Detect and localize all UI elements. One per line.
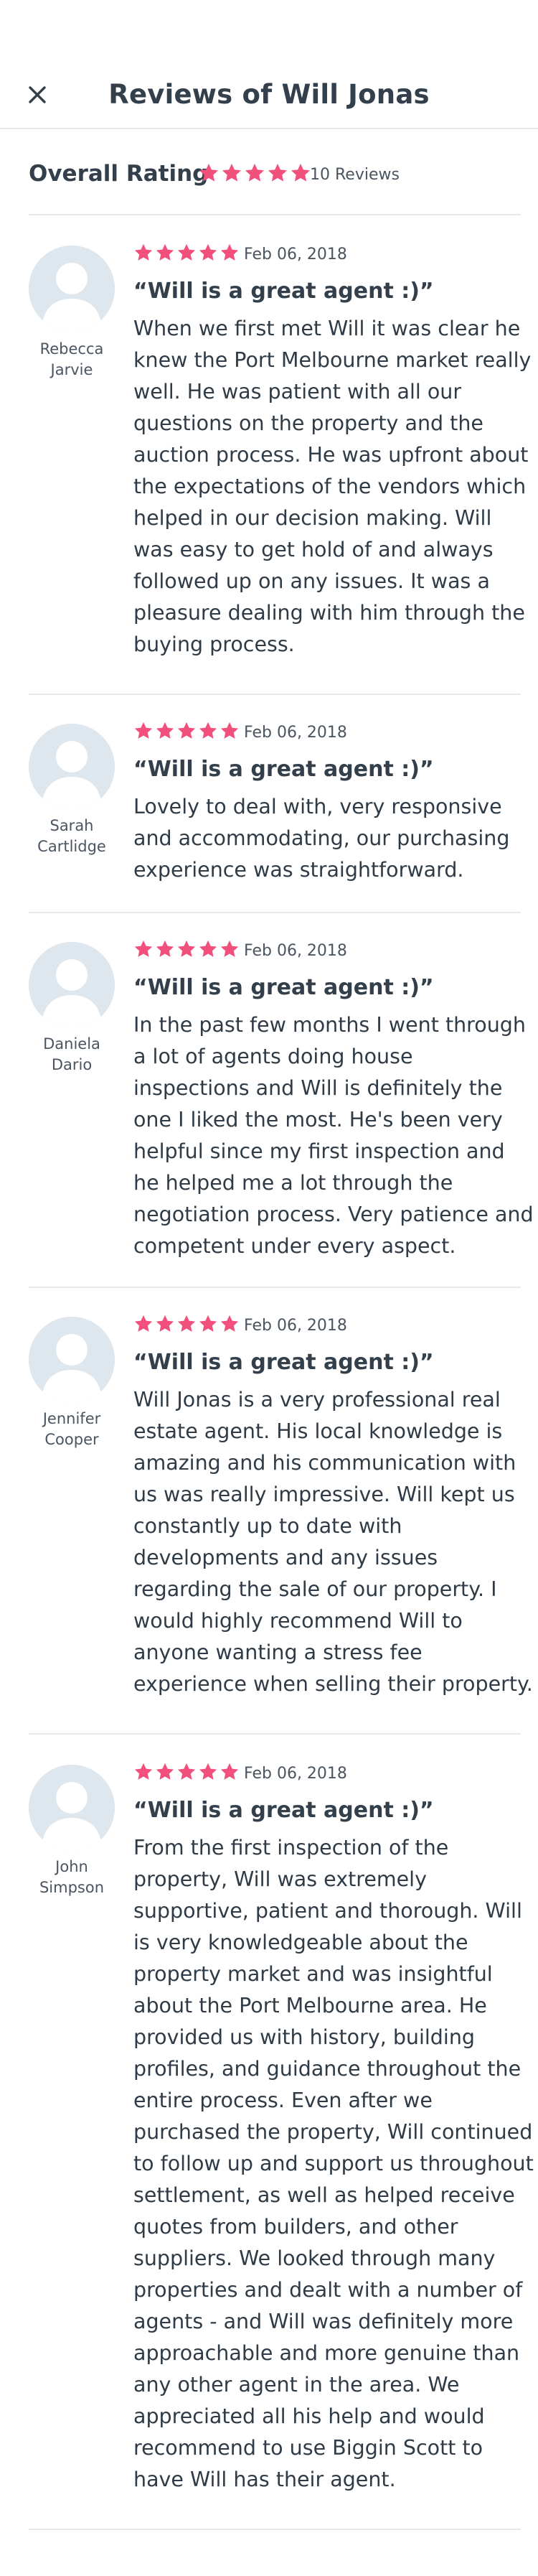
review-title: “Will is a great agent :)” — [133, 975, 434, 1000]
review-body: In the past few months I went through a … — [133, 1013, 534, 1258]
review-author: Daniela Dario — [43, 1035, 100, 1073]
user-silhouette-icon — [29, 1765, 115, 1851]
star-icon — [220, 243, 239, 261]
star-icon — [199, 940, 217, 957]
user-silhouette-icon — [29, 1317, 115, 1403]
star-icon — [220, 1315, 239, 1332]
star-icon — [156, 1763, 174, 1780]
review-item: Jennifer Cooper Feb 06, 2018 “Will is a … — [29, 1288, 533, 1735]
review-body: Lovely to deal with, very responsive and… — [133, 795, 510, 882]
avatar — [29, 724, 115, 810]
avatar — [29, 1765, 115, 1851]
star-icon — [134, 243, 153, 261]
review-author: Sarah Cartlidge — [37, 817, 106, 855]
star-icon — [177, 1763, 196, 1780]
avatar — [29, 246, 115, 332]
star-icon — [220, 722, 239, 739]
star-icon — [222, 164, 241, 182]
review-stars — [133, 1762, 240, 1782]
overall-rating-section: Overall Rating 10 Reviews — [29, 141, 521, 215]
review-author: John Simpson — [39, 1858, 105, 1896]
star-icon — [199, 243, 217, 261]
page-title: Reviews of Will Jonas — [108, 79, 430, 110]
review-body: From the first inspection of the propert… — [133, 1836, 534, 2491]
overall-rating-label: Overall Rating — [29, 161, 209, 187]
review-author: Rebecca Jarvie — [39, 340, 104, 378]
review-date: Feb 06, 2018 — [244, 942, 347, 960]
review-title: “Will is a great agent :)” — [133, 1798, 434, 1823]
star-icon — [199, 722, 217, 739]
review-date: Feb 06, 2018 — [244, 246, 347, 263]
review-item: Rebecca Jarvie Feb 06, 2018 “Will is a g… — [29, 215, 531, 695]
user-silhouette-icon — [29, 724, 115, 810]
star-icon — [199, 1315, 217, 1332]
star-icon — [134, 722, 153, 739]
overall-rating-stars — [198, 162, 311, 184]
app-header: Reviews of Will Jonas — [0, 0, 538, 129]
review-title: “Will is a great agent :)” — [133, 757, 434, 782]
star-icon — [156, 722, 174, 739]
review-stars — [133, 243, 240, 263]
star-icon — [177, 940, 196, 957]
star-icon — [199, 1763, 217, 1780]
star-icon — [134, 940, 153, 957]
star-icon — [220, 1763, 239, 1780]
user-silhouette-icon — [29, 942, 115, 1028]
star-icon — [177, 1315, 196, 1332]
star-icon — [291, 164, 310, 182]
review-stars — [133, 1314, 240, 1334]
avatar — [29, 942, 115, 1028]
star-icon — [156, 940, 174, 957]
star-icon — [177, 722, 196, 739]
avatar — [29, 1317, 115, 1403]
star-icon — [134, 1315, 153, 1332]
review-date: Feb 06, 2018 — [244, 724, 347, 742]
star-icon — [134, 1763, 153, 1780]
review-title: “Will is a great agent :)” — [133, 279, 434, 304]
review-body: When we first met Will it was clear he k… — [133, 317, 532, 656]
review-item: Sarah Cartlidge Feb 06, 2018 “Will is a … — [29, 695, 521, 913]
review-date: Feb 06, 2018 — [244, 1765, 347, 1783]
review-date: Feb 06, 2018 — [244, 1317, 347, 1335]
user-silhouette-icon — [29, 246, 115, 332]
star-icon — [156, 243, 174, 261]
star-icon — [177, 243, 196, 261]
review-body: Will Jonas is a very professional real e… — [133, 1388, 533, 1696]
review-author: Jennifer Cooper — [42, 1410, 101, 1448]
review-stars — [133, 939, 240, 959]
star-icon — [268, 164, 287, 182]
star-icon — [220, 940, 239, 957]
review-item: Daniela Dario Feb 06, 2018 “Will is a gr… — [29, 913, 534, 1288]
review-stars — [133, 721, 240, 741]
star-icon — [199, 164, 218, 182]
review-count: 10 Reviews — [310, 166, 400, 184]
star-icon — [245, 164, 264, 182]
review-title: “Will is a great agent :)” — [133, 1350, 434, 1375]
review-item: John Simpson Feb 06, 2018 “Will is a gre… — [29, 1735, 534, 2530]
star-icon — [156, 1315, 174, 1332]
